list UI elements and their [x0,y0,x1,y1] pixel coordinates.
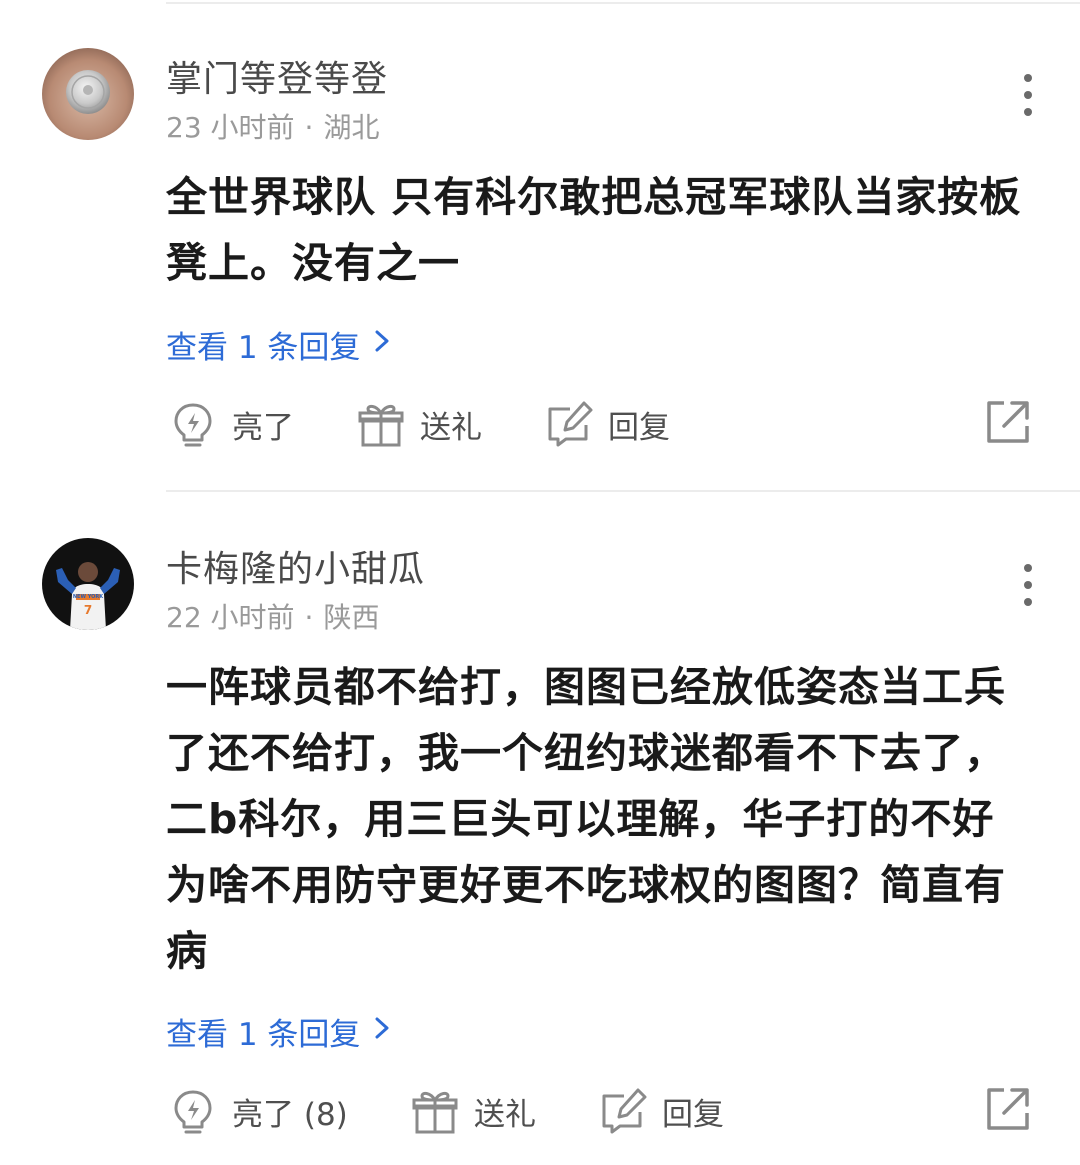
share-icon [987,401,1029,443]
more-options-button[interactable] [1010,560,1046,610]
view-replies-link[interactable]: 查看 1 条回复 [166,322,390,367]
share-button[interactable] [984,1085,1032,1133]
like-button[interactable]: 亮了 [168,394,294,454]
comment-item: 掌门等登等登 23 小时前 · 湖北 全世界球队 只有科尔敢把总冠军球队当家按板凳上… [0,0,1080,490]
comment-location: 湖北 [323,111,380,144]
chevron-right-icon [374,1014,390,1050]
edit-icon [544,399,594,449]
reply-button[interactable]: 回复 [544,394,670,454]
comment-time: 22 小时前 [166,601,295,634]
reply-label: 回复 [662,1096,724,1133]
view-replies-label: 查看 1 条回复 [166,330,361,366]
reply-button[interactable]: 回复 [598,1081,724,1141]
comment-time: 23 小时前 [166,111,295,144]
comment-text: 一阵球员都不给打，图图已经放低姿态当工兵了还不给打，我一个纽约球迷都看不下去了，… [166,663,1006,975]
gift-icon [410,1086,460,1136]
comment-item: NEW YORK 7 卡梅隆的小甜瓜 22 小时前 · 陕西 一阵球员都不给打，图图… [0,490,1080,1165]
reply-label: 回复 [608,409,670,446]
like-button[interactable]: 亮了 (8) [168,1081,348,1141]
comment-meta: 22 小时前 · 陕西 [166,596,379,636]
more-vertical-icon [1024,74,1032,116]
username[interactable]: 掌门等登等登 [166,50,388,102]
comment-actions: 亮了 送礼 回复 [0,394,1080,454]
username[interactable]: 卡梅隆的小甜瓜 [166,540,425,592]
gift-icon [356,399,406,449]
edit-icon [598,1086,648,1136]
avatar[interactable]: NEW YORK 7 [42,538,134,630]
player-avatar-image: NEW YORK 7 [42,538,134,630]
comment-meta: 23 小时前 · 湖北 [166,106,379,146]
comment-list: 掌门等登等登 23 小时前 · 湖北 全世界球队 只有科尔敢把总冠军球队当家按板凳上… [0,0,1080,1165]
lightbulb-icon [168,1086,218,1136]
like-label: 亮了 [232,409,294,446]
like-label: 亮了 (8) [232,1096,348,1133]
gift-label: 送礼 [420,409,482,446]
jersey-text: NEW YORK [73,594,104,600]
comment-location: 陕西 [323,601,380,634]
share-button[interactable] [984,398,1032,446]
gift-button[interactable]: 送礼 [356,394,482,454]
meta-separator: · [304,111,314,144]
more-options-button[interactable] [1010,70,1046,120]
meta-separator: · [304,601,314,634]
coin-avatar-image [42,48,134,140]
lightbulb-icon [168,399,218,449]
comment-actions: 亮了 (8) 送礼 回复 [0,1081,1080,1141]
gift-button[interactable]: 送礼 [410,1081,536,1141]
share-icon [987,1088,1029,1130]
avatar[interactable] [42,48,134,140]
chevron-right-icon [374,327,390,363]
comment-text: 全世界球队 只有科尔敢把总冠军球队当家按板凳上。没有之一 [166,173,1022,287]
gift-label: 送礼 [474,1096,536,1133]
view-replies-link[interactable]: 查看 1 条回复 [166,1009,390,1054]
more-vertical-icon [1024,564,1032,606]
view-replies-label: 查看 1 条回复 [166,1017,361,1053]
jersey-number: 7 [84,603,92,617]
